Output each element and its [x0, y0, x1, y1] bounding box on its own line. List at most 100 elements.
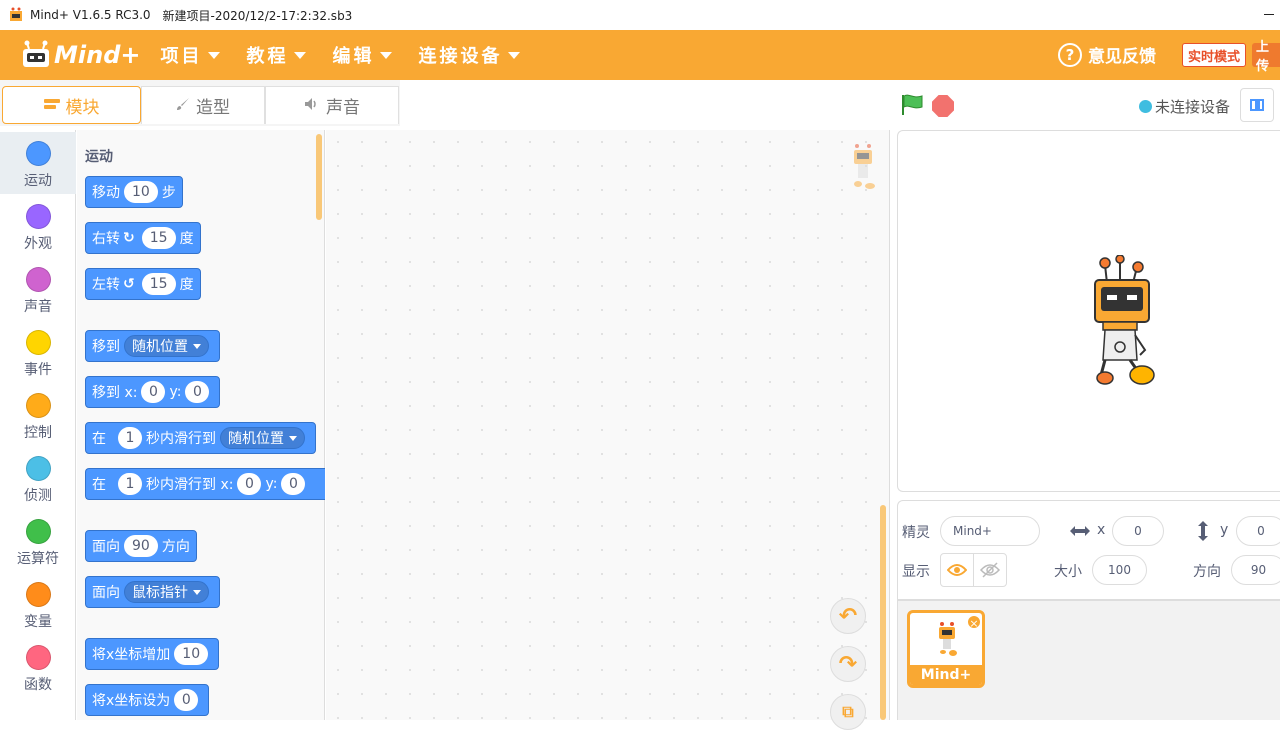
crop-icon: ⧉ [842, 702, 854, 721]
block-turn-left[interactable]: 左转 ↺ 15 度 [85, 268, 201, 300]
script-scrollbar[interactable] [880, 505, 886, 720]
y-label: y [1220, 522, 1229, 538]
category-sensing[interactable]: 侦测 [0, 447, 76, 509]
block-number-input[interactable]: 0 [237, 473, 262, 495]
category-variables[interactable]: 变量 [0, 573, 76, 635]
block-text: 将x坐标设为 [92, 693, 171, 709]
direction-input[interactable]: 90 [1231, 555, 1280, 585]
block-number-input[interactable]: 0 [185, 381, 210, 403]
block-move-steps[interactable]: 移动 10 步 [85, 176, 183, 208]
y-input[interactable]: 0 [1236, 516, 1280, 546]
block-text: 移到 [92, 339, 120, 355]
block-number-input[interactable]: 10 [124, 181, 158, 203]
size-input[interactable]: 100 [1092, 555, 1147, 585]
menu-tutorial-label: 教程 [246, 46, 289, 67]
x-input[interactable]: 0 [1112, 516, 1164, 546]
script-area[interactable] [326, 130, 890, 720]
tab-blocks[interactable]: 模块 [2, 86, 141, 124]
clean-up-button[interactable]: ⧉ [830, 694, 866, 730]
block-text: 面向 [92, 539, 120, 555]
category-dot-icon [25, 267, 51, 292]
editor-tabs: 模块 造型 声音 [0, 80, 400, 126]
category-dot-icon [25, 393, 51, 418]
block-glide-xy[interactable]: 在 1 秒内滑行到 x: 0 y: 0 [85, 468, 325, 500]
menu-project[interactable]: 项目 [160, 42, 221, 68]
block-glide[interactable]: 在 1 秒内滑行到 随机位置 [85, 422, 316, 454]
block-set-x[interactable]: 将x坐标设为 0 [85, 684, 210, 716]
category-operators[interactable]: 运算符 [0, 510, 76, 572]
realtime-mode-button[interactable]: 实时模式 [1182, 43, 1247, 67]
minimize-button[interactable] [1264, 14, 1274, 15]
block-dropdown[interactable]: 鼠标指针 [124, 581, 209, 603]
category-functions[interactable]: 函数 [0, 636, 76, 698]
category-sound[interactable]: 声音 [0, 258, 76, 320]
category-events[interactable]: 事件 [0, 321, 76, 383]
logo: Mind+ [20, 40, 140, 70]
block-turn-right[interactable]: 右转 ↻ 15 度 [85, 222, 201, 254]
block-number-input[interactable]: 90 [124, 535, 158, 557]
feedback-button[interactable]: ? 意见反馈 [1058, 42, 1156, 67]
close-icon[interactable]: × [966, 614, 982, 630]
block-change-x[interactable]: 将x坐标增加 10 [85, 638, 220, 670]
size-label: 大小 [1054, 564, 1082, 580]
block-text: 面向 [92, 585, 120, 601]
palette-scrollbar[interactable] [316, 134, 322, 220]
category-label: 控制 [24, 425, 52, 441]
block-text: 秒内滑行到 x: [146, 477, 234, 493]
eye-icon [947, 564, 967, 576]
eye-slash-icon [980, 562, 1000, 578]
menu-project-label: 项目 [160, 46, 203, 67]
block-number-input[interactable]: 15 [141, 227, 176, 249]
redo-button[interactable]: ↷ [830, 646, 866, 682]
stage-layout-button[interactable] [1240, 88, 1274, 122]
category-label: 事件 [24, 362, 52, 378]
category-looks[interactable]: 外观 [0, 195, 76, 257]
mind-plus-robot-sprite[interactable] [1085, 255, 1160, 390]
connection-status-label: 未连接设备 [1155, 98, 1231, 116]
tab-blocks-label: 模块 [65, 97, 100, 118]
menu-tutorial[interactable]: 教程 [246, 42, 307, 68]
block-number-input[interactable]: 1 [118, 473, 142, 495]
upload-mode-button[interactable]: 上传 [1252, 40, 1280, 74]
block-goto-xy[interactable]: 移到 x: 0 y: 0 [85, 376, 221, 408]
x-label: x [1097, 522, 1106, 538]
menu-edit-label: 编辑 [332, 46, 375, 67]
category-motion[interactable]: 运动 [0, 132, 76, 194]
current-sprite-thumbnail [854, 144, 875, 189]
block-text: 度 [179, 231, 194, 247]
undo-icon: ↶ [838, 603, 858, 629]
show-label: 显示 [902, 564, 930, 580]
block-number-input[interactable]: 1 [118, 427, 142, 449]
sprite-name-input[interactable]: Mind+ [940, 516, 1040, 546]
block-number-input[interactable]: 15 [141, 273, 176, 295]
block-dropdown[interactable]: 随机位置 [124, 335, 209, 357]
green-flag-icon[interactable] [900, 94, 924, 116]
block-text: 右转 [92, 231, 120, 247]
block-number-input[interactable]: 0 [281, 473, 306, 495]
block-point-direction[interactable]: 面向 90 方向 [85, 530, 197, 562]
block-point-towards[interactable]: 面向 鼠标指针 [85, 576, 220, 608]
tab-sounds[interactable]: 声音 [265, 86, 399, 124]
block-dropdown[interactable]: 随机位置 [220, 427, 305, 449]
block-goto[interactable]: 移到 随机位置 [85, 330, 220, 362]
block-text: 左转 [92, 277, 120, 293]
hide-sprite-button[interactable] [973, 553, 1007, 587]
stop-icon[interactable] [932, 95, 954, 117]
window-app-name: Mind+ V1.6.5 RC3.0 [30, 8, 151, 22]
tab-costumes[interactable]: 造型 [141, 86, 265, 124]
block-text: 移动 [92, 185, 120, 201]
category-control[interactable]: 控制 [0, 384, 76, 446]
undo-button[interactable]: ↶ [830, 598, 866, 634]
menu-connect-device[interactable]: 连接设备 [418, 42, 521, 68]
sprite-name-label: 精灵 [902, 525, 930, 541]
menu-edit[interactable]: 编辑 [332, 42, 393, 68]
block-number-input[interactable]: 0 [174, 689, 199, 711]
block-number-input[interactable]: 0 [141, 381, 166, 403]
block-number-input[interactable]: 10 [174, 643, 209, 665]
chevron-down-icon [380, 51, 393, 59]
show-sprite-button[interactable] [940, 553, 974, 587]
category-list: 运动 外观 声音 事件 控制 侦测 运算符 变量 函数 [0, 130, 76, 720]
block-text: 方向 [161, 539, 190, 555]
direction-label: 方向 [1193, 564, 1221, 580]
palette-section-title: 运动 [85, 149, 113, 165]
